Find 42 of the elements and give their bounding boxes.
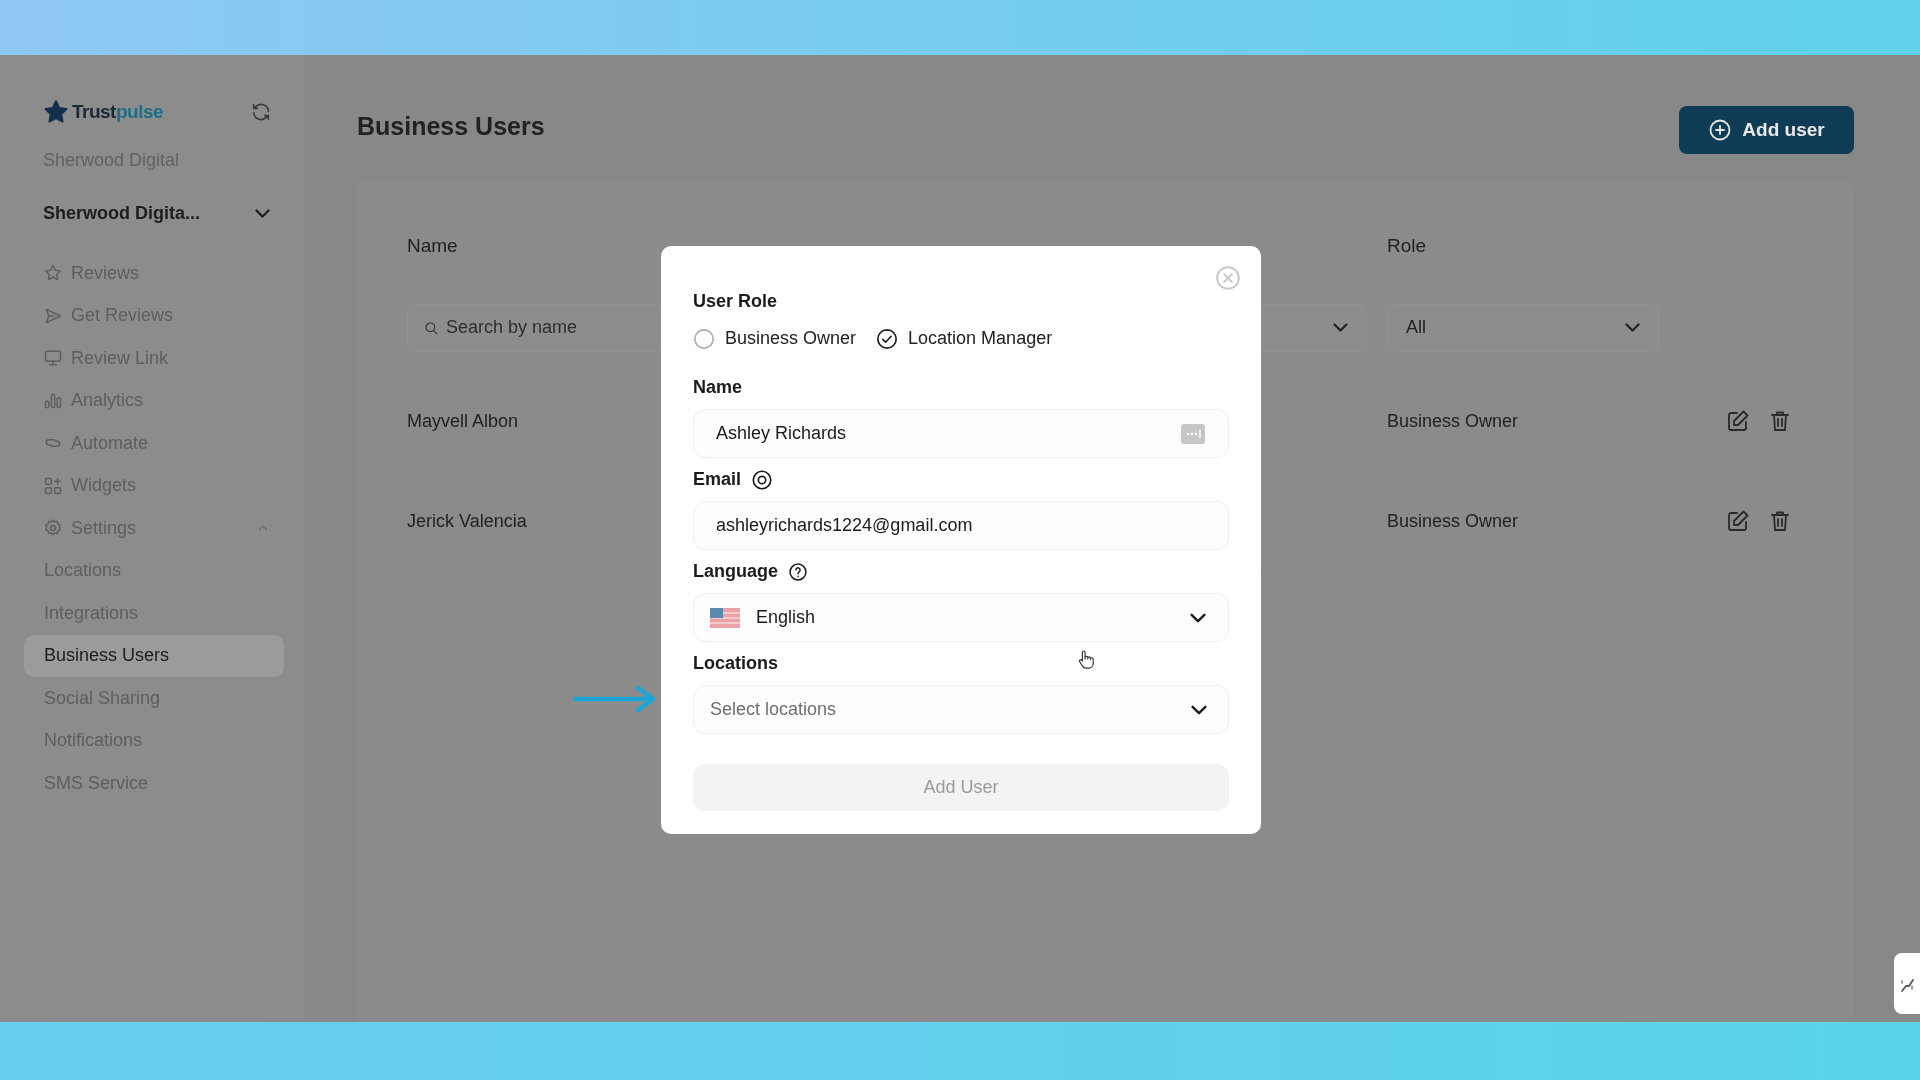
field-label: Language — [693, 560, 778, 583]
chevron-down-icon — [1190, 612, 1206, 623]
table-cell-text: Mayvell Albon — [407, 409, 520, 433]
table-cell-text: Business Owner — [1387, 409, 1520, 433]
flag-icon — [710, 607, 740, 628]
email-field[interactable]: ashleyrichards1224@gmail.com — [693, 501, 1229, 550]
page-title: Business Users — [357, 111, 545, 142]
account-select[interactable]: Sherwood Digita... — [24, 174, 284, 227]
field-label: Email — [693, 468, 742, 491]
search-icon — [423, 319, 439, 336]
chevron-down-icon — [1625, 323, 1640, 332]
column-header: Name — [407, 234, 459, 258]
field-label: Locations — [693, 652, 778, 675]
column-header: Role — [1387, 234, 1428, 258]
table-cell-text: Jerick Valencia — [407, 509, 528, 533]
trash-icon[interactable] — [1768, 509, 1792, 533]
chevron-down-icon — [1191, 704, 1207, 715]
chevron-down-icon — [1333, 323, 1348, 332]
chevron-down-icon — [255, 209, 270, 218]
language-select[interactable]: English — [693, 593, 1229, 642]
star-logo-icon — [43, 99, 69, 125]
refresh-icon[interactable] — [250, 101, 272, 123]
help-icon — [788, 561, 808, 582]
add-user-button[interactable]: Add user — [1679, 106, 1854, 154]
side-widget-tab[interactable] — [1894, 953, 1920, 1014]
arrow-icon — [572, 684, 658, 714]
trash-icon[interactable] — [1768, 409, 1792, 433]
role-radio[interactable]: Location Manager — [876, 325, 1053, 352]
locations-select[interactable]: Select locations — [693, 685, 1229, 734]
sidebar-subitem[interactable]: Business Users — [24, 634, 284, 677]
edit-icon[interactable] — [1726, 409, 1750, 433]
logo[interactable]: Trustpulse — [43, 97, 164, 127]
name-field[interactable]: Ashley Richards — [693, 409, 1229, 458]
widgets-icon — [43, 475, 63, 496]
hand-cursor-icon — [1077, 648, 1095, 672]
eye-icon — [751, 468, 774, 491]
plus-circle-icon — [1708, 118, 1733, 142]
dots-key-icon — [1180, 421, 1206, 446]
table-cell-text: Business Owner — [1387, 509, 1520, 533]
role-filter[interactable]: All — [1387, 303, 1659, 352]
edit-icon[interactable] — [1726, 509, 1750, 533]
field-label: Name — [693, 376, 743, 399]
